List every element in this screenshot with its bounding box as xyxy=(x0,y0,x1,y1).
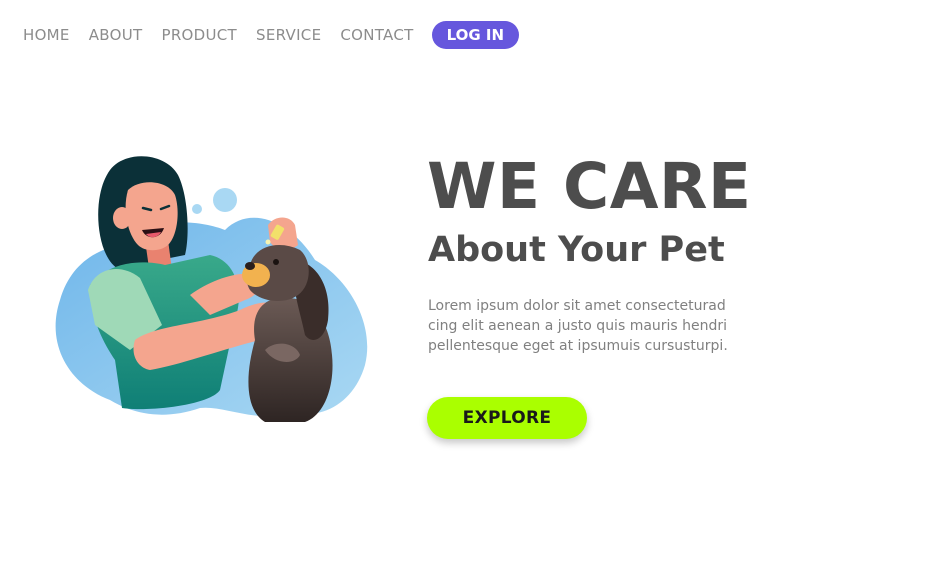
explore-button[interactable]: EXPLORE xyxy=(427,397,587,439)
hero-description: Lorem ipsum dolor sit amet consecteturad… xyxy=(428,296,788,356)
nav-about[interactable]: ABOUT xyxy=(89,26,143,44)
nav-home[interactable]: HOME xyxy=(23,26,70,44)
hero-title: WE CARE xyxy=(427,150,752,223)
nav-service[interactable]: SERVICE xyxy=(256,26,321,44)
main-nav: HOME ABOUT PRODUCT SERVICE CONTACT LOG I… xyxy=(23,21,520,49)
woman-ear xyxy=(113,207,131,229)
bubble xyxy=(213,188,237,212)
hero-description-line: cing elit aenean a justo quis mauris hen… xyxy=(428,318,728,334)
woman-with-dog-illustration xyxy=(55,156,368,422)
nav-product[interactable]: PRODUCT xyxy=(161,26,237,44)
hero-illustration xyxy=(50,150,375,430)
nav-contact[interactable]: CONTACT xyxy=(340,26,413,44)
hero-description-line: pellentesque eget at ipsumuis cursusturp… xyxy=(428,338,728,354)
login-button[interactable]: LOG IN xyxy=(431,21,520,49)
bubble xyxy=(192,204,202,214)
hero-subtitle: About Your Pet xyxy=(428,230,725,270)
hero-description-line: Lorem ipsum dolor sit amet consecteturad xyxy=(428,298,726,314)
